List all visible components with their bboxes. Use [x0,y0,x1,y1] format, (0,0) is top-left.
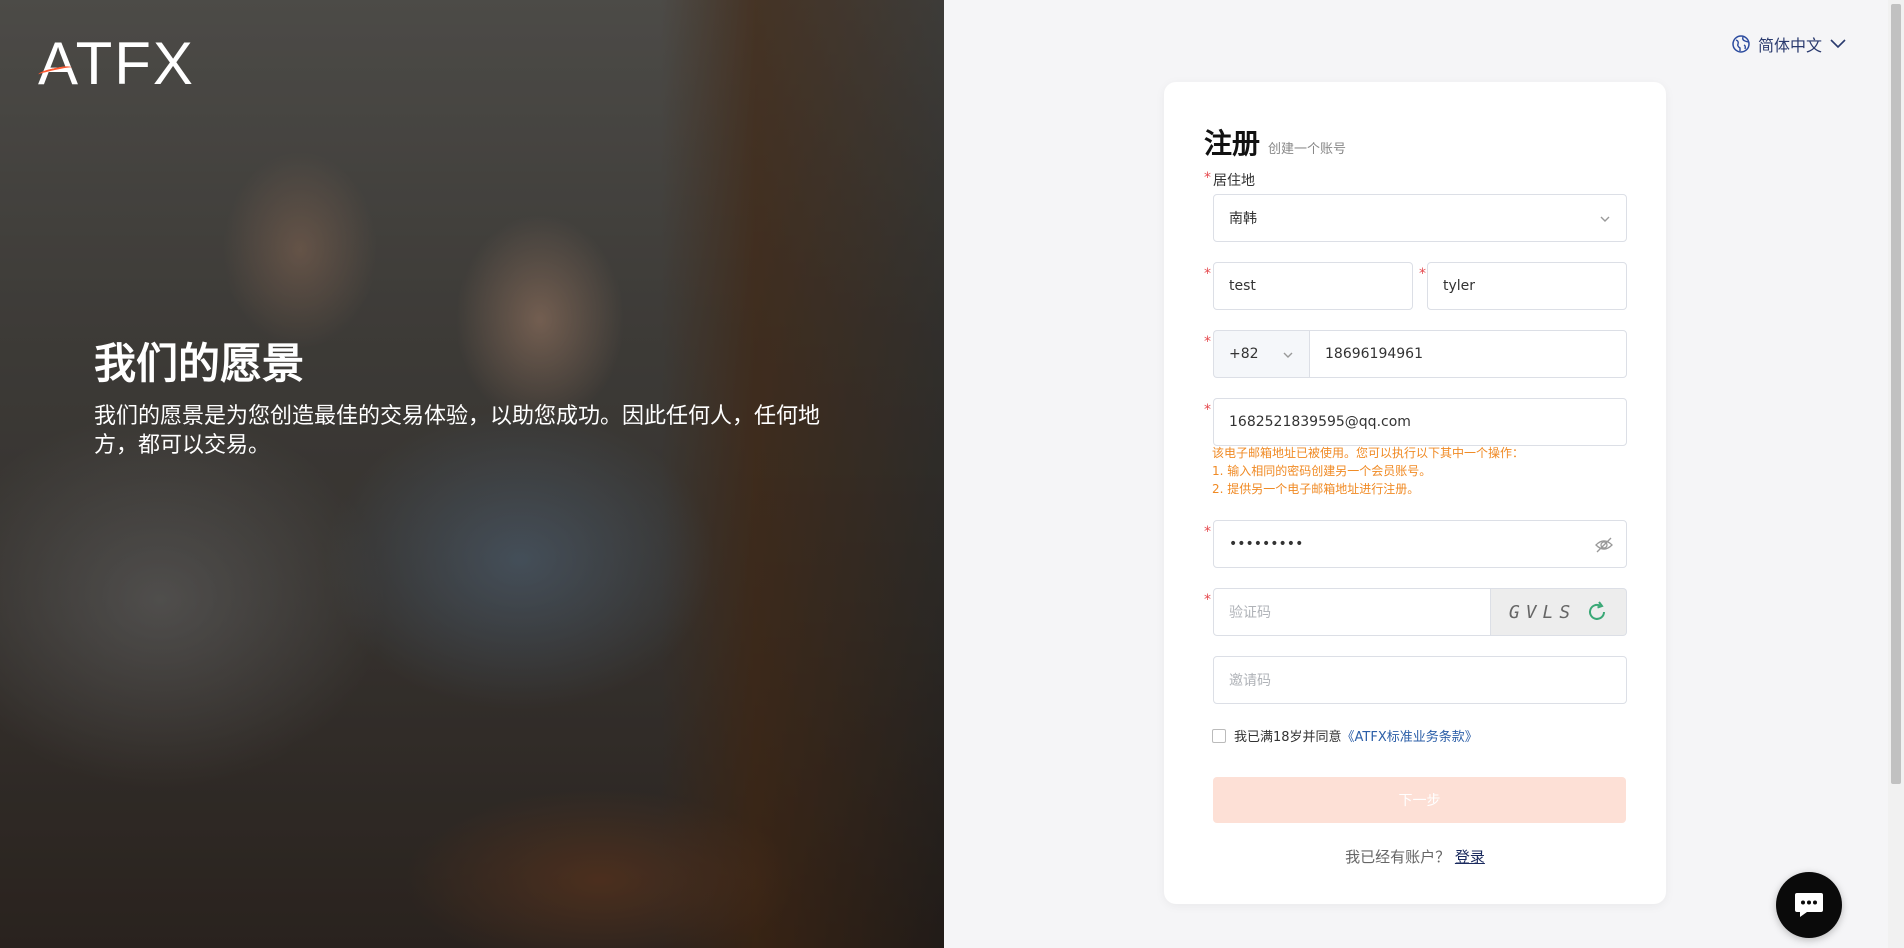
first-name-input[interactable]: test [1213,262,1413,310]
email-warning-line: 该电子邮箱地址已被使用。您可以执行以下其中一个操作： [1212,446,1525,460]
phone-code-select[interactable]: +82 [1213,330,1309,378]
globe-icon [1732,35,1750,53]
invite-code-input[interactable]: 邀请码 [1213,656,1627,704]
captcha-image[interactable]: GVLS [1491,588,1627,636]
agree-text: 我已满18岁并同意 [1234,730,1342,745]
scrollbar[interactable] [1888,0,1904,948]
atfx-logo[interactable]: ATFX [37,30,198,97]
email-warning-line: 1. 输入相同的密码创建另一个会员账号。 [1212,464,1432,478]
chat-icon [1795,893,1823,917]
required-asterisk: * [1204,524,1211,540]
email-value: 1682521839595@qq.com [1229,414,1411,430]
next-button[interactable]: 下一步 [1213,777,1626,823]
chevron-down-icon [1830,39,1846,49]
password-input[interactable]: ••••••••• [1213,520,1627,568]
email-warning: 该电子邮箱地址已被使用。您可以执行以下其中一个操作： 1. 输入相同的密码创建另… [1212,444,1524,498]
invite-placeholder: 邀请码 [1229,673,1271,689]
hero-heading: 我们的愿景 [94,339,305,388]
captcha-placeholder: 验证码 [1229,605,1271,621]
chevron-down-icon [1600,216,1610,222]
email-input[interactable]: 1682521839595@qq.com [1213,398,1627,446]
required-asterisk: * [1204,266,1211,282]
page-title: 注册 [1204,127,1261,160]
phone-value: 18696194961 [1325,346,1423,362]
first-name-value: test [1229,278,1256,294]
login-link[interactable]: 登录 [1455,848,1485,866]
hero-panel: ATFX 我们的愿景 我们的愿景是为您创造最佳的交易体验，以助您成功。因此任何人… [0,0,944,948]
title-row: 注册 创建一个账号 [1204,122,1346,162]
phone-code-value: +82 [1229,346,1259,362]
phone-input[interactable]: 18696194961 [1309,330,1627,378]
email-warning-line: 2. 提供另一个电子邮箱地址进行注册。 [1212,482,1420,496]
refresh-icon[interactable] [1586,601,1608,623]
last-name-value: tyler [1443,278,1476,294]
chevron-down-icon [1283,352,1293,358]
last-name-input[interactable]: tyler [1427,262,1627,310]
language-selector[interactable]: 简体中文 [1732,32,1846,56]
register-card: 注册 创建一个账号 * 居住地 南韩 * test * tyler * +82 … [1164,82,1666,904]
required-asterisk: * [1204,334,1211,350]
residence-label: 居住地 [1213,173,1255,189]
residence-value: 南韩 [1229,211,1257,227]
hero-description: 我们的愿景是为您创造最佳的交易体验，以助您成功。因此任何人，任何地方，都可以交易… [94,404,821,458]
eye-off-icon[interactable] [1594,536,1614,554]
page-subtitle: 创建一个账号 [1268,142,1347,157]
chat-button[interactable] [1776,872,1842,938]
have-account-text: 我已经有账户？ [1345,848,1451,866]
terms-agreement: 我已满18岁并同意《ATFX标准业务条款》 [1212,726,1478,745]
residence-select[interactable]: 南韩 [1213,194,1627,242]
captcha-text: GVLS [1508,601,1577,623]
required-asterisk: * [1204,402,1211,418]
required-asterisk: * [1419,266,1426,282]
captcha-input[interactable]: 验证码 [1213,588,1491,636]
terms-checkbox[interactable] [1212,728,1226,743]
terms-link[interactable]: 《ATFX标准业务条款》 [1342,730,1478,745]
scrollbar-thumb[interactable] [1891,4,1901,784]
logo-text: ATFX [38,30,195,97]
login-row: 我已经有账户？ 登录 [1164,846,1666,867]
required-asterisk: * [1204,592,1211,608]
password-value: ••••••••• [1229,536,1304,552]
language-label: 简体中文 [1758,36,1823,55]
required-asterisk: * [1204,170,1211,186]
